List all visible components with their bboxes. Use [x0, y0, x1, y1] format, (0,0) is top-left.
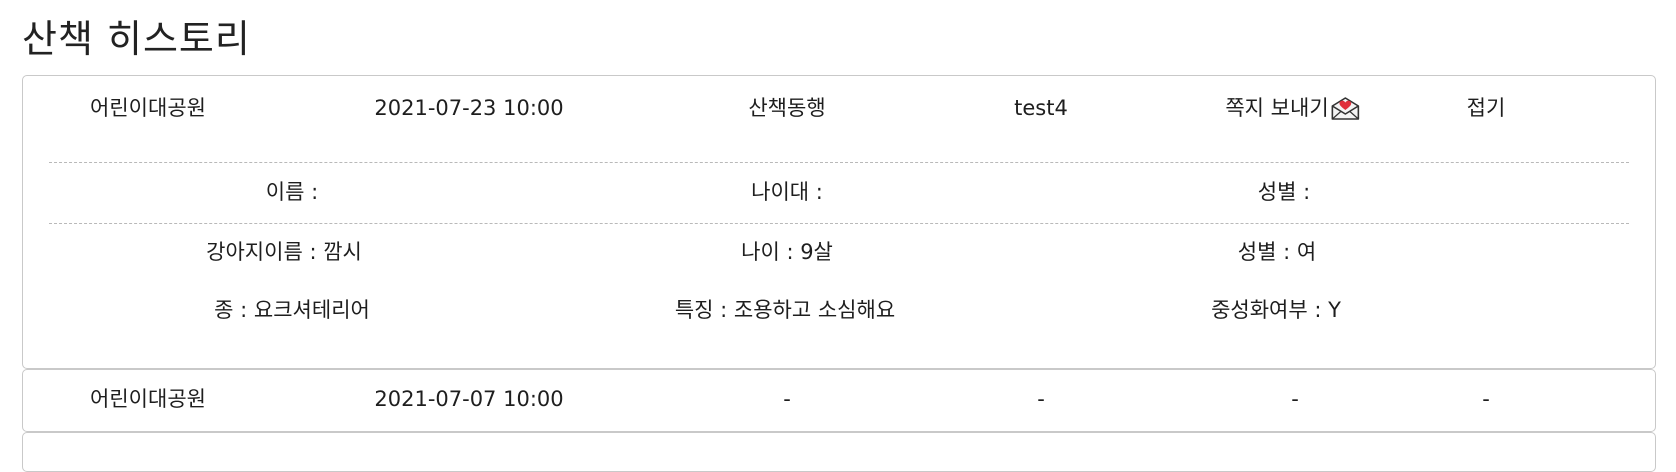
dog-neutered: 중성화여부 : Y [1211, 298, 1341, 322]
dog-age: 나이 : 9살 [741, 240, 833, 264]
history-card-partial [22, 432, 1656, 472]
section-divider [49, 162, 1629, 163]
envelope-heart-icon [1331, 97, 1360, 120]
walk-datetime: 2021-07-07 10:00 [374, 387, 564, 411]
dog-name: 강아지이름 : 깜시 [206, 240, 362, 264]
dog-info-row-1: 강아지이름 : 깜시 나이 : 9살 성별 : 여 [23, 235, 1655, 269]
dog-gender: 성별 : 여 [1237, 240, 1317, 264]
walk-place: 어린이대공원 [90, 387, 206, 411]
owner-info-row: 이름 : 나이대 : 성별 : [23, 175, 1655, 209]
walk-partner-user: test4 [1014, 96, 1068, 120]
page-title: 산책 히스토리 [22, 17, 251, 61]
walk-place: 어린이대공원 [90, 96, 206, 120]
send-message-label: 쪽지 보내기 [1225, 96, 1329, 120]
walk-status: - [783, 387, 791, 411]
history-summary-row[interactable]: 어린이대공원 2021-07-23 10:00 산책동행 test4 쪽지 보내… [23, 91, 1655, 125]
dog-info-row-2: 종 : 요크셔테리어 특징 : 조용하고 소심해요 중성화여부 : Y [23, 293, 1655, 327]
collapse-toggle-button[interactable]: 접기 [1467, 91, 1506, 125]
send-message-button[interactable]: 쪽지 보내기 [1225, 91, 1360, 125]
history-card: 어린이대공원 2021-07-07 10:00 - - - - [22, 369, 1656, 432]
section-divider [49, 223, 1629, 224]
history-card-expanded: 어린이대공원 2021-07-23 10:00 산책동행 test4 쪽지 보내… [22, 75, 1656, 369]
walk-status: 산책동행 [748, 96, 826, 120]
send-message-cell: - [1291, 387, 1299, 411]
dog-feature: 특징 : 조용하고 소심해요 [674, 298, 896, 322]
walk-history-page: 산책 히스토리 어린이대공원 2021-07-23 10:00 산책동행 tes… [0, 0, 1676, 472]
owner-age-group: 나이대 : [751, 180, 823, 204]
owner-name: 이름 : [265, 180, 319, 204]
walk-datetime: 2021-07-23 10:00 [374, 96, 564, 120]
walk-partner-user: - [1037, 387, 1045, 411]
toggle-cell: - [1482, 387, 1490, 411]
owner-gender: 성별 : [1257, 180, 1311, 204]
dog-breed: 종 : 요크셔테리어 [214, 298, 370, 322]
history-summary-row[interactable]: 어린이대공원 2021-07-07 10:00 - - - - [23, 382, 1655, 416]
